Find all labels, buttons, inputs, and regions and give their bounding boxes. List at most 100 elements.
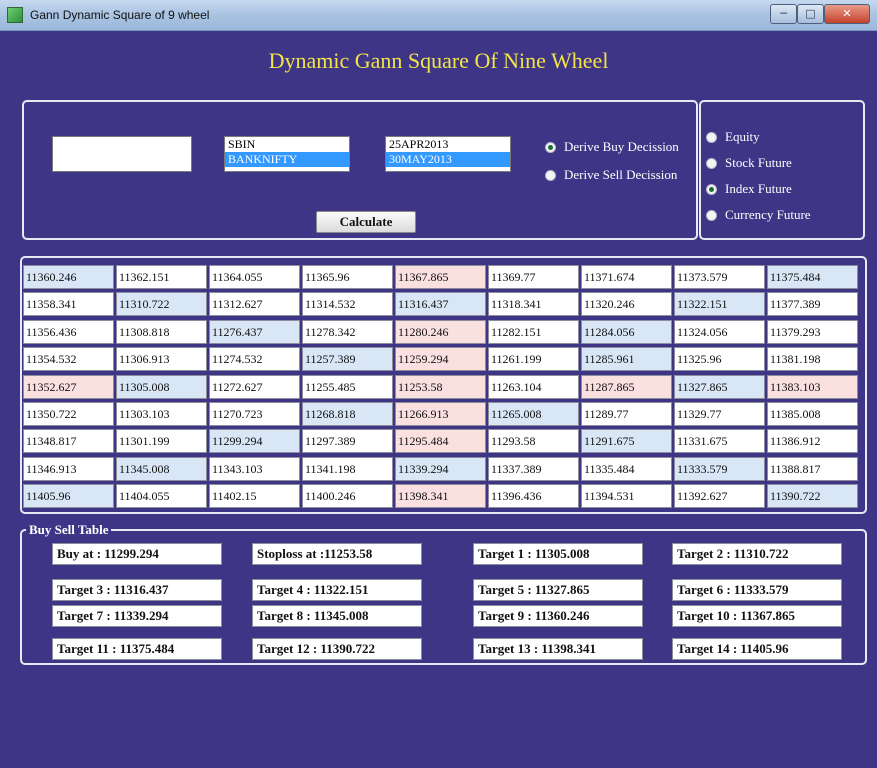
- equity-radio[interactable]: Equity: [706, 129, 760, 145]
- grid-cell: 11356.436: [23, 319, 114, 344]
- grid-cell: 11392.627: [674, 484, 765, 509]
- target-value: Target 9 : 11360.246: [473, 605, 643, 627]
- grid-cell: 11352.627: [23, 374, 114, 399]
- target-value: Target 4 : 11322.151: [252, 579, 422, 601]
- grid-cell: 11308.818: [116, 319, 207, 344]
- grid-cell: 11320.246: [581, 292, 672, 317]
- grid-cell: 11341.198: [302, 456, 393, 481]
- radio-checked-icon: [545, 141, 556, 153]
- grid-cell: 11261.199: [488, 347, 579, 372]
- grid-cell: 11282.151: [488, 319, 579, 344]
- grid-cell: 11373.579: [674, 265, 765, 289]
- minimize-button[interactable]: ─: [770, 4, 797, 24]
- grid-cell: 11394.531: [581, 484, 672, 509]
- title-bar[interactable]: Gann Dynamic Square of 9 wheel ─ □ ✕: [0, 0, 877, 31]
- grid-cell: 11263.104: [488, 374, 579, 399]
- buy-decision-radio[interactable]: Derive Buy Decission: [545, 139, 679, 155]
- grid-cell: 11306.913: [116, 347, 207, 372]
- grid-cell: 11396.436: [488, 484, 579, 509]
- grid-cell: 11266.913: [395, 401, 486, 426]
- grid-cell: 11365.96: [302, 265, 393, 289]
- symbol-listbox[interactable]: SBIN BANKNIFTY: [224, 136, 350, 172]
- grid-cell: 11289.77: [581, 401, 672, 426]
- grid-cell: 11375.484: [767, 265, 858, 289]
- currency-future-label: Currency Future: [725, 207, 811, 222]
- grid-cell: 11358.341: [23, 292, 114, 317]
- radio-unchecked-icon: [706, 131, 717, 143]
- grid-cell: 11274.532: [209, 347, 300, 372]
- grid-cell: 11379.293: [767, 319, 858, 344]
- grid-cell: 11364.055: [209, 265, 300, 289]
- grid-cell: 11404.055: [116, 484, 207, 509]
- target-value: Target 3 : 11316.437: [52, 579, 222, 601]
- grid-cell: 11343.103: [209, 456, 300, 481]
- grid-cell: 11314.532: [302, 292, 393, 317]
- close-button[interactable]: ✕: [824, 4, 870, 24]
- grid-cell: 11362.151: [116, 265, 207, 289]
- target-value: Target 7 : 11339.294: [52, 605, 222, 627]
- grid-cell: 11385.008: [767, 401, 858, 426]
- grid-cell: 11285.961: [581, 347, 672, 372]
- radio-checked-icon: [706, 183, 717, 195]
- target-value: Target 14 : 11405.96: [672, 638, 842, 660]
- expiry-date-listbox[interactable]: 25APR2013 30MAY2013: [385, 136, 511, 172]
- maximize-button[interactable]: □: [797, 4, 824, 24]
- grid-cell: 11324.056: [674, 319, 765, 344]
- target-value: Target 11 : 11375.484: [52, 638, 222, 660]
- grid-cell: 11398.341: [395, 484, 486, 509]
- radio-unchecked-icon: [545, 169, 556, 181]
- grid-cell: 11278.342: [302, 319, 393, 344]
- grid-cell: 11346.913: [23, 456, 114, 481]
- grid-cell: 11386.912: [767, 429, 858, 454]
- target-value: Target 12 : 11390.722: [252, 638, 422, 660]
- currency-future-radio[interactable]: Currency Future: [706, 207, 811, 223]
- grid-cell: 11312.627: [209, 292, 300, 317]
- stock-future-radio[interactable]: Stock Future: [706, 155, 792, 171]
- grid-cell: 11390.722: [767, 484, 858, 509]
- date-item-selected[interactable]: 30MAY2013: [386, 152, 510, 167]
- grid-cell: 11276.437: [209, 319, 300, 344]
- app-window: Gann Dynamic Square of 9 wheel ─ □ ✕ Dyn…: [0, 0, 877, 768]
- calculate-button[interactable]: Calculate: [316, 211, 416, 233]
- value-input[interactable]: [52, 136, 192, 172]
- window-title: Gann Dynamic Square of 9 wheel: [30, 8, 210, 22]
- buy-at-value: Buy at : 11299.294: [52, 543, 222, 565]
- grid-cell: 11327.865: [674, 374, 765, 399]
- target-value: Target 2 : 11310.722: [672, 543, 842, 565]
- grid-cell: 11303.103: [116, 401, 207, 426]
- grid-cell: 11381.198: [767, 347, 858, 372]
- grid-cell: 11325.96: [674, 347, 765, 372]
- target-value: Target 5 : 11327.865: [473, 579, 643, 601]
- grid-cell: 11318.341: [488, 292, 579, 317]
- equity-label: Equity: [725, 129, 760, 144]
- grid-cell: 11265.008: [488, 401, 579, 426]
- app-icon: [7, 7, 23, 23]
- grid-cell: 11331.675: [674, 429, 765, 454]
- grid-cell: 11345.008: [116, 456, 207, 481]
- date-item[interactable]: 25APR2013: [386, 137, 510, 152]
- symbol-item[interactable]: SBIN: [225, 137, 349, 152]
- target-value: Target 6 : 11333.579: [672, 579, 842, 601]
- grid-cell: 11255.485: [302, 374, 393, 399]
- buy-decision-label: Derive Buy Decission: [564, 139, 679, 154]
- grid-cell: 11333.579: [674, 456, 765, 481]
- radio-unchecked-icon: [706, 157, 717, 169]
- symbol-item-selected[interactable]: BANKNIFTY: [225, 152, 349, 167]
- grid-cell: 11377.389: [767, 292, 858, 317]
- grid-cell: 11369.77: [488, 265, 579, 289]
- sell-decision-label: Derive Sell Decission: [564, 167, 678, 182]
- sell-decision-radio[interactable]: Derive Sell Decission: [545, 167, 677, 183]
- grid-cell: 11295.484: [395, 429, 486, 454]
- target-value: Target 10 : 11367.865: [672, 605, 842, 627]
- index-future-radio[interactable]: Index Future: [706, 181, 792, 197]
- grid-cell: 11383.103: [767, 374, 858, 399]
- buy-sell-legend: Buy Sell Table: [26, 522, 112, 538]
- grid-cell: 11293.58: [488, 429, 579, 454]
- grid-cell: 11329.77: [674, 401, 765, 426]
- grid-cell: 11284.056: [581, 319, 672, 344]
- target-value: Target 8 : 11345.008: [252, 605, 422, 627]
- target-value: Target 1 : 11305.008: [473, 543, 643, 565]
- grid-cell: 11257.389: [302, 347, 393, 372]
- grid-cell: 11322.151: [674, 292, 765, 317]
- grid-cell: 11305.008: [116, 374, 207, 399]
